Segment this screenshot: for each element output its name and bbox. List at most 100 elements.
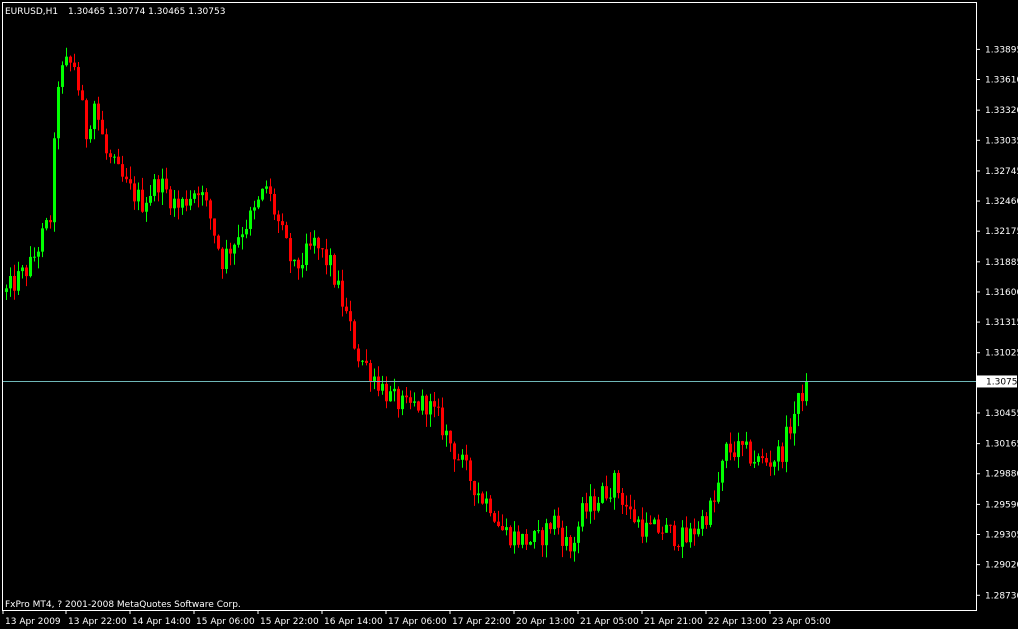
candle-body — [153, 179, 156, 196]
candle-body — [449, 430, 452, 444]
candle-body — [265, 186, 268, 189]
time-tick-label: 14 Apr 14:00 — [132, 617, 191, 627]
candle-body — [617, 472, 620, 493]
candle-body — [693, 528, 696, 535]
candle-body — [381, 383, 384, 391]
price-tick-label: 1.33320 — [985, 106, 1018, 116]
candle-body — [141, 189, 144, 212]
candle-body — [145, 202, 148, 212]
candle-body — [17, 271, 20, 291]
candle-body — [5, 288, 8, 292]
candle-body — [269, 186, 272, 194]
candle-body — [725, 443, 728, 461]
candle-body — [361, 360, 364, 362]
candle-body — [229, 248, 232, 254]
price-tick-label: 1.32175 — [985, 227, 1018, 237]
candle-body — [61, 65, 64, 87]
candle-body — [341, 280, 344, 307]
candle-body — [29, 256, 32, 277]
candle-body — [481, 493, 484, 504]
candle-body — [37, 251, 40, 257]
candle-body — [377, 376, 380, 391]
candle-body — [561, 527, 564, 546]
candle-body — [413, 401, 416, 403]
chart-header-ohlc: 1.30465 1.30774 1.30465 1.30753 — [68, 7, 225, 17]
current-price-label: 1.30753 — [986, 377, 1018, 387]
candle-body — [189, 198, 192, 206]
candle-body — [193, 193, 196, 199]
candle-body — [457, 459, 460, 461]
candle-body — [305, 243, 308, 266]
candle-body — [577, 526, 580, 543]
candle-body — [169, 189, 172, 209]
candle-body — [797, 393, 800, 414]
candle-body — [69, 56, 72, 63]
price-tick-label: 1.29590 — [985, 500, 1018, 510]
candle-body — [713, 500, 716, 502]
candle-body — [385, 383, 388, 402]
candle-body — [793, 413, 796, 434]
candle-body — [185, 198, 188, 206]
candle-body — [653, 519, 656, 525]
candle-body — [673, 525, 676, 547]
candle-body — [805, 381, 808, 402]
candle-body — [349, 311, 352, 322]
candle-body — [701, 516, 704, 529]
candle-body — [421, 395, 424, 411]
copyright-text: FxPro MT4, ? 2001-2008 MetaQuotes Softwa… — [5, 600, 241, 610]
candle-body — [273, 193, 276, 215]
candle-body — [213, 218, 216, 236]
time-tick-label: 15 Apr 22:00 — [260, 617, 319, 627]
candle-body — [581, 503, 584, 527]
candle-body — [629, 506, 632, 510]
time-axis[interactable]: 13 Apr 2009 13 Apr 22:00 14 Apr 14:00 15 Ap… — [2, 610, 831, 627]
price-axis[interactable]: 1.33895 1.33610 1.33320 1.33035 1.32745 1.324… — [976, 45, 1018, 601]
candle-body — [325, 249, 328, 266]
candle-body — [89, 129, 92, 140]
candle-body — [105, 134, 108, 154]
candle-body — [729, 443, 732, 453]
candle-body — [541, 530, 544, 546]
candle-body — [245, 228, 248, 235]
candle-body — [753, 461, 756, 464]
price-tick-label: 1.30165 — [985, 440, 1018, 450]
candle-body — [553, 515, 556, 530]
candle-body — [721, 460, 724, 483]
candle-body — [745, 441, 748, 445]
candle-body — [253, 207, 256, 211]
time-tick-label: 23 Apr 05:00 — [772, 617, 831, 627]
candle-body — [353, 321, 356, 349]
candle-body — [157, 179, 160, 193]
price-chart[interactable]: 1.33895 1.33610 1.33320 1.33035 1.32745 1.324… — [0, 0, 1018, 629]
candle-body — [277, 214, 280, 222]
price-tick-label: 1.33035 — [985, 136, 1018, 146]
candle-body — [225, 248, 228, 270]
candle-body — [533, 531, 536, 543]
time-tick-label: 13 Apr 22:00 — [68, 617, 127, 627]
candle-body — [741, 441, 744, 445]
candle-body — [589, 496, 592, 512]
candle-body — [405, 395, 408, 398]
candle-body — [769, 462, 772, 467]
candle-body — [469, 460, 472, 482]
candle-body — [477, 493, 480, 496]
candle-body — [645, 522, 648, 537]
candle-body — [197, 193, 200, 196]
candle-body — [605, 486, 608, 499]
candle-body — [697, 528, 700, 535]
price-tick-label: 1.32745 — [985, 167, 1018, 177]
candle-body — [217, 235, 220, 249]
candle-body — [429, 401, 432, 415]
candle-body — [285, 225, 288, 239]
candle-body — [669, 524, 672, 526]
time-tick-label: 22 Apr 13:00 — [708, 617, 767, 627]
price-tick-label: 1.32460 — [985, 197, 1018, 207]
candle-body — [9, 276, 12, 289]
candle-body — [53, 138, 56, 223]
candle-body — [465, 454, 468, 461]
candle-body — [733, 452, 736, 458]
candle-body — [489, 498, 492, 514]
candle-body — [661, 532, 664, 534]
candle-body — [65, 56, 68, 66]
candle-body — [137, 189, 140, 202]
